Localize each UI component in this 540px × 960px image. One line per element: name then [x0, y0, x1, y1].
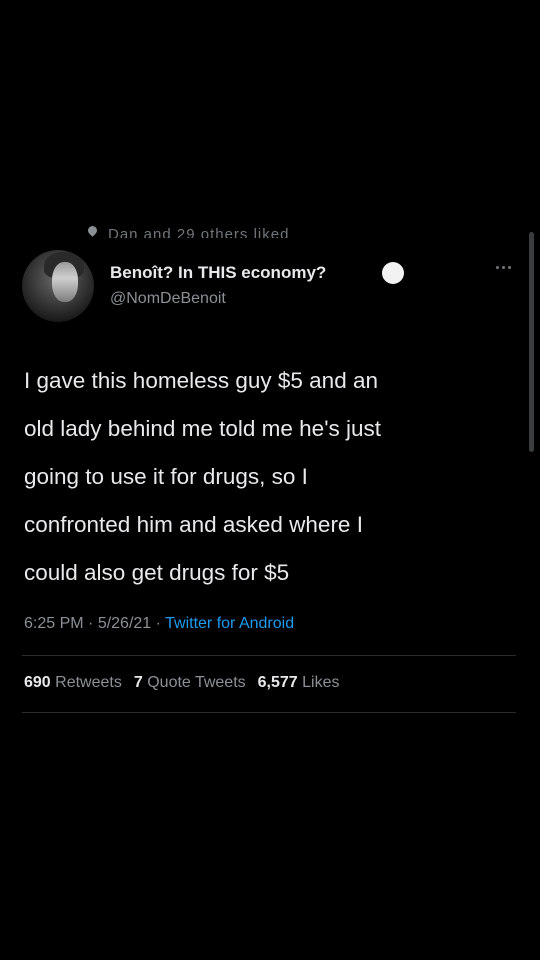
- likes-label: Likes: [302, 674, 340, 691]
- tweet-date[interactable]: 5/26/21: [98, 615, 151, 632]
- meta-separator: ·: [83, 615, 98, 632]
- quote-tweets-label: Quote Tweets: [147, 674, 246, 691]
- quote-tweets-count: 7: [133, 674, 143, 691]
- tweet-text-line: I gave this homeless guy $5 and an: [24, 368, 378, 393]
- scrollbar[interactable]: [529, 232, 534, 452]
- white-circle-icon: [382, 262, 404, 284]
- likes-count: 6,577: [257, 674, 298, 691]
- retweets-stat[interactable]: 690 Retweets: [24, 674, 122, 691]
- tweet-text-line: old lady behind me told me he's just: [24, 416, 382, 441]
- tweet-screen: Dan and 29 others liked Benoît? In THIS …: [0, 0, 540, 960]
- heart-icon: [86, 224, 99, 237]
- meta-separator: ·: [151, 615, 166, 632]
- tweet-time[interactable]: 6:25 PM: [24, 615, 84, 632]
- social-context-text: Dan and 29 others liked: [108, 226, 290, 238]
- divider: [22, 712, 516, 713]
- divider: [22, 655, 516, 656]
- tweet-meta: 6:25 PM · 5/26/21 · Twitter for Android: [24, 615, 294, 633]
- tweet-source-link[interactable]: Twitter for Android: [165, 615, 294, 632]
- tweet-text-line: confronted him and asked where I: [24, 512, 363, 537]
- display-name[interactable]: Benoît? In THIS economy?: [110, 263, 326, 283]
- quote-tweets-stat[interactable]: 7 Quote Tweets: [134, 674, 246, 691]
- retweets-count: 690: [24, 674, 51, 691]
- likes-stat[interactable]: 6,577 Likes: [258, 674, 340, 691]
- tweet-text-line: could also get drugs for $5: [24, 560, 290, 585]
- retweets-label: Retweets: [55, 674, 122, 691]
- tweet-text: I gave this homeless guy $5 and an old l…: [24, 357, 514, 597]
- social-context[interactable]: Dan and 29 others liked: [84, 222, 344, 238]
- tweet-text-line: going to use it for drugs, so I: [24, 464, 308, 489]
- avatar[interactable]: [22, 250, 94, 322]
- avatar-face: [52, 262, 78, 302]
- user-handle[interactable]: @NomDeBenoit: [110, 290, 226, 308]
- tweet-stats: 690 Retweets 7 Quote Tweets 6,577 Likes: [24, 674, 340, 692]
- more-options-icon[interactable]: [494, 262, 514, 274]
